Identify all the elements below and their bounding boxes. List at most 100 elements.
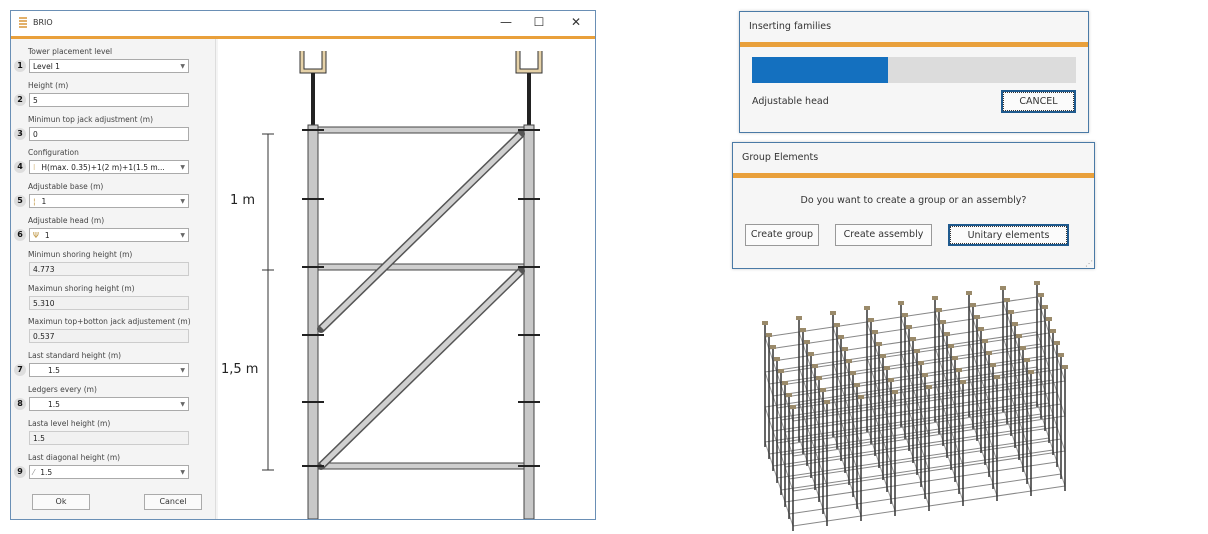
field-value: 1	[41, 197, 47, 207]
step-badge: 5	[14, 195, 26, 208]
u-head-right	[515, 51, 543, 125]
u-head	[834, 323, 840, 327]
field-select[interactable]: ¦ 1 ▼	[29, 194, 189, 209]
u-head	[838, 335, 844, 339]
u-head	[786, 393, 792, 397]
u-head	[854, 383, 860, 387]
u-head	[970, 303, 976, 307]
chevron-down-icon[interactable]: ▼	[180, 198, 185, 205]
u-head	[910, 337, 916, 341]
field-label: Configuration	[28, 148, 79, 158]
title-bar: BRIO — ☐ ✕	[11, 11, 595, 36]
chevron-down-icon[interactable]: ▼	[180, 401, 185, 408]
u-head	[1000, 286, 1006, 290]
window-title: BRIO	[33, 18, 53, 27]
diagonal-icon: ⁄	[33, 467, 35, 477]
u-head	[858, 395, 864, 399]
u-head	[974, 315, 980, 319]
cancel-button[interactable]: CANCEL	[1001, 90, 1076, 113]
cancel-button[interactable]: Cancel	[144, 494, 202, 510]
brio-app-icon	[19, 17, 27, 28]
close-button[interactable]: ✕	[566, 15, 586, 29]
brio-window: BRIO — ☐ ✕ 1 Tower placement level Level 1…	[10, 10, 596, 520]
chevron-down-icon[interactable]: ▼	[180, 367, 185, 374]
u-head	[796, 316, 802, 320]
step-badge: 9	[14, 465, 26, 478]
u-head	[774, 357, 780, 361]
chevron-down-icon[interactable]: ▼	[180, 164, 185, 171]
field-value: 1.5	[48, 400, 60, 409]
chevron-down-icon[interactable]: ▼	[180, 469, 185, 476]
create-group-button[interactable]: Create group	[745, 224, 819, 246]
u-head	[876, 342, 882, 346]
maximize-button[interactable]: ☐	[529, 15, 549, 29]
rosettes	[302, 129, 540, 467]
u-head	[1062, 365, 1068, 369]
field-select[interactable]: Ψ 1 ▼	[29, 228, 189, 242]
step-badge: 8	[14, 398, 26, 410]
u-head	[850, 371, 856, 375]
field-row: 1 Tower placement level Level 1 ▼	[12, 46, 216, 80]
u-head	[1012, 322, 1018, 326]
u-head	[986, 351, 992, 355]
field-row: 2 Height (m) 5	[12, 80, 216, 114]
field-row: 5 Adjustable base (m) ¦ 1 ▼	[12, 181, 216, 215]
u-head	[956, 368, 962, 372]
minimize-button[interactable]: —	[496, 15, 516, 29]
field-input[interactable]: 0	[29, 126, 189, 141]
field-row: Lasta level height (m) 1.5	[12, 418, 216, 452]
field-select[interactable]: Level 1 ▼	[29, 59, 189, 73]
group-elements-dialog: Group Elements Do you want to create a g…	[732, 142, 1095, 269]
field-select[interactable]: 1.5 ▼	[29, 397, 189, 411]
ok-button[interactable]: Ok	[32, 494, 90, 510]
u-head	[782, 381, 788, 385]
dialog-title: Group Elements	[742, 152, 819, 163]
u-head	[948, 344, 954, 348]
u-head	[842, 347, 848, 351]
field-value: 4.773	[33, 264, 55, 274]
field-row: 9 Last diagonal height (m) ⁄ 1.5 ▼	[12, 452, 216, 486]
field-label: Lasta level height (m)	[28, 418, 111, 428]
chevron-down-icon[interactable]: ▼	[180, 63, 185, 70]
u-head	[936, 308, 942, 312]
u-head	[902, 313, 908, 317]
step-badge: 6	[14, 229, 26, 241]
u-head	[990, 363, 996, 367]
field-value: 1.5	[33, 433, 45, 443]
unitary-elements-button[interactable]: Unitary elements	[948, 224, 1069, 246]
configuration-icon: ⁝	[33, 163, 36, 173]
field-select[interactable]: 1.5 ▼	[29, 363, 189, 378]
posts	[307, 124, 535, 520]
step-badge: 3	[14, 127, 26, 140]
field-input[interactable]: 5	[29, 92, 189, 107]
field-value: 1.5	[48, 366, 60, 376]
create-assembly-button[interactable]: Create assembly	[835, 224, 932, 246]
u-head	[914, 349, 920, 353]
u-head	[994, 375, 1000, 379]
u-head	[816, 376, 822, 380]
progress-status: Adjustable head	[752, 96, 829, 107]
u-head	[918, 361, 924, 365]
step-badge: 7	[14, 364, 26, 377]
field-row: 7 Last standard height (m) 1.5 ▼	[12, 350, 216, 384]
chevron-down-icon[interactable]: ▼	[180, 232, 185, 239]
u-head	[1050, 329, 1056, 333]
u-head	[808, 352, 814, 356]
scaffold-drawing: 1 m 1,5 m	[218, 39, 595, 520]
u-head	[778, 369, 784, 373]
field-select[interactable]: ⁄ 1.5 ▼	[29, 464, 189, 479]
field-label: Adjustable base (m)	[28, 182, 104, 192]
resize-grip-icon[interactable]: ⋰	[1085, 259, 1093, 268]
field-row: 6 Adjustable head (m) Ψ 1 ▼	[12, 215, 216, 249]
field-value: 1.5	[40, 467, 53, 477]
accent-bar	[740, 42, 1088, 47]
step-badge: 1	[14, 60, 26, 72]
diagonals-inner	[320, 133, 522, 467]
field-label: Maximun shoring height (m)	[28, 283, 135, 293]
field-label: Last standard height (m)	[28, 351, 122, 361]
u-head	[770, 345, 776, 349]
field-row: 3 Minimun top jack adjustment (m) 0	[12, 114, 216, 148]
dimension-lines	[262, 133, 274, 471]
u-head	[1028, 370, 1034, 374]
field-select[interactable]: ⁝ H(max. 0.35)+1(2 m)+1(1.5 m... ▼	[29, 160, 189, 175]
